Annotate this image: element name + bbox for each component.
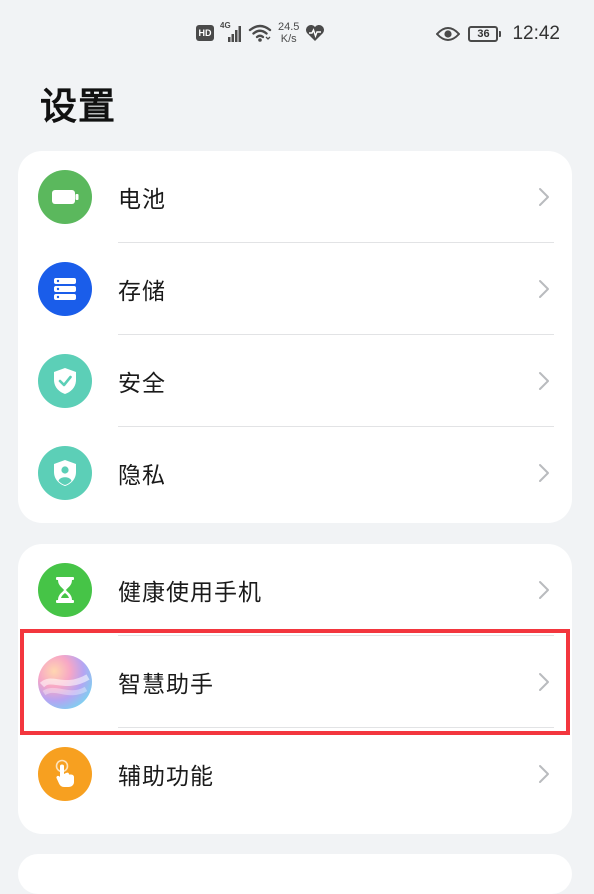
hand-pointer-icon	[38, 747, 92, 801]
shield-icon	[38, 354, 92, 408]
privacy-icon	[38, 446, 92, 500]
chevron-right-icon	[539, 188, 549, 206]
clock: 12:42	[512, 23, 560, 44]
settings-item-label: 隐私	[118, 463, 166, 489]
settings-item-label: 健康使用手机	[118, 580, 262, 606]
chevron-right-icon	[539, 464, 549, 482]
health-heart-icon	[305, 24, 325, 42]
battery-indicator: 36	[468, 26, 502, 42]
chevron-right-icon	[539, 765, 549, 783]
settings-item-privacy[interactable]: 隐私	[18, 427, 572, 519]
chevron-right-icon	[539, 280, 549, 298]
settings-group-2: 健康使用手机 智慧助手 辅助功能	[18, 544, 572, 834]
chevron-right-icon	[539, 581, 549, 599]
network-speed: 24.5 K/s	[278, 21, 299, 45]
settings-item-battery[interactable]: 电池	[18, 151, 572, 243]
settings-item-security[interactable]: 安全	[18, 335, 572, 427]
settings-item-label: 存储	[118, 279, 166, 305]
settings-item-digital-balance[interactable]: 健康使用手机	[18, 544, 572, 636]
network-speed-unit: K/s	[280, 33, 297, 45]
assistant-icon	[38, 655, 92, 709]
settings-item-accessibility[interactable]: 辅助功能	[18, 728, 572, 820]
page-title: 设置	[40, 85, 116, 128]
settings-item-label: 辅助功能	[118, 764, 214, 790]
battery-icon	[38, 170, 92, 224]
status-bar: HD 4G 24.5 K/s 36 12:42	[0, 0, 594, 66]
settings-group-3	[18, 854, 572, 894]
settings-item-label: 安全	[118, 371, 166, 397]
network-speed-value: 24.5	[278, 21, 300, 33]
hd-badge: HD	[196, 25, 214, 41]
chevron-right-icon	[539, 673, 549, 691]
settings-item-label: 电池	[118, 187, 166, 213]
eye-comfort-icon	[436, 26, 461, 42]
chevron-right-icon	[539, 372, 549, 390]
settings-item-label: 智慧助手	[118, 672, 214, 698]
status-bar-right: 36 12:42	[436, 20, 560, 48]
hourglass-icon	[38, 563, 92, 617]
wifi-icon	[248, 23, 272, 43]
status-bar-indicators: HD 4G 24.5 K/s	[196, 18, 325, 48]
settings-item-storage[interactable]: 存储	[18, 243, 572, 335]
settings-item-smart-assistant[interactable]: 智慧助手	[18, 636, 572, 728]
settings-group-1: 电池 存储 安全 隐私	[18, 151, 572, 523]
storage-icon	[38, 262, 92, 316]
signal-icon: 4G	[220, 21, 242, 43]
